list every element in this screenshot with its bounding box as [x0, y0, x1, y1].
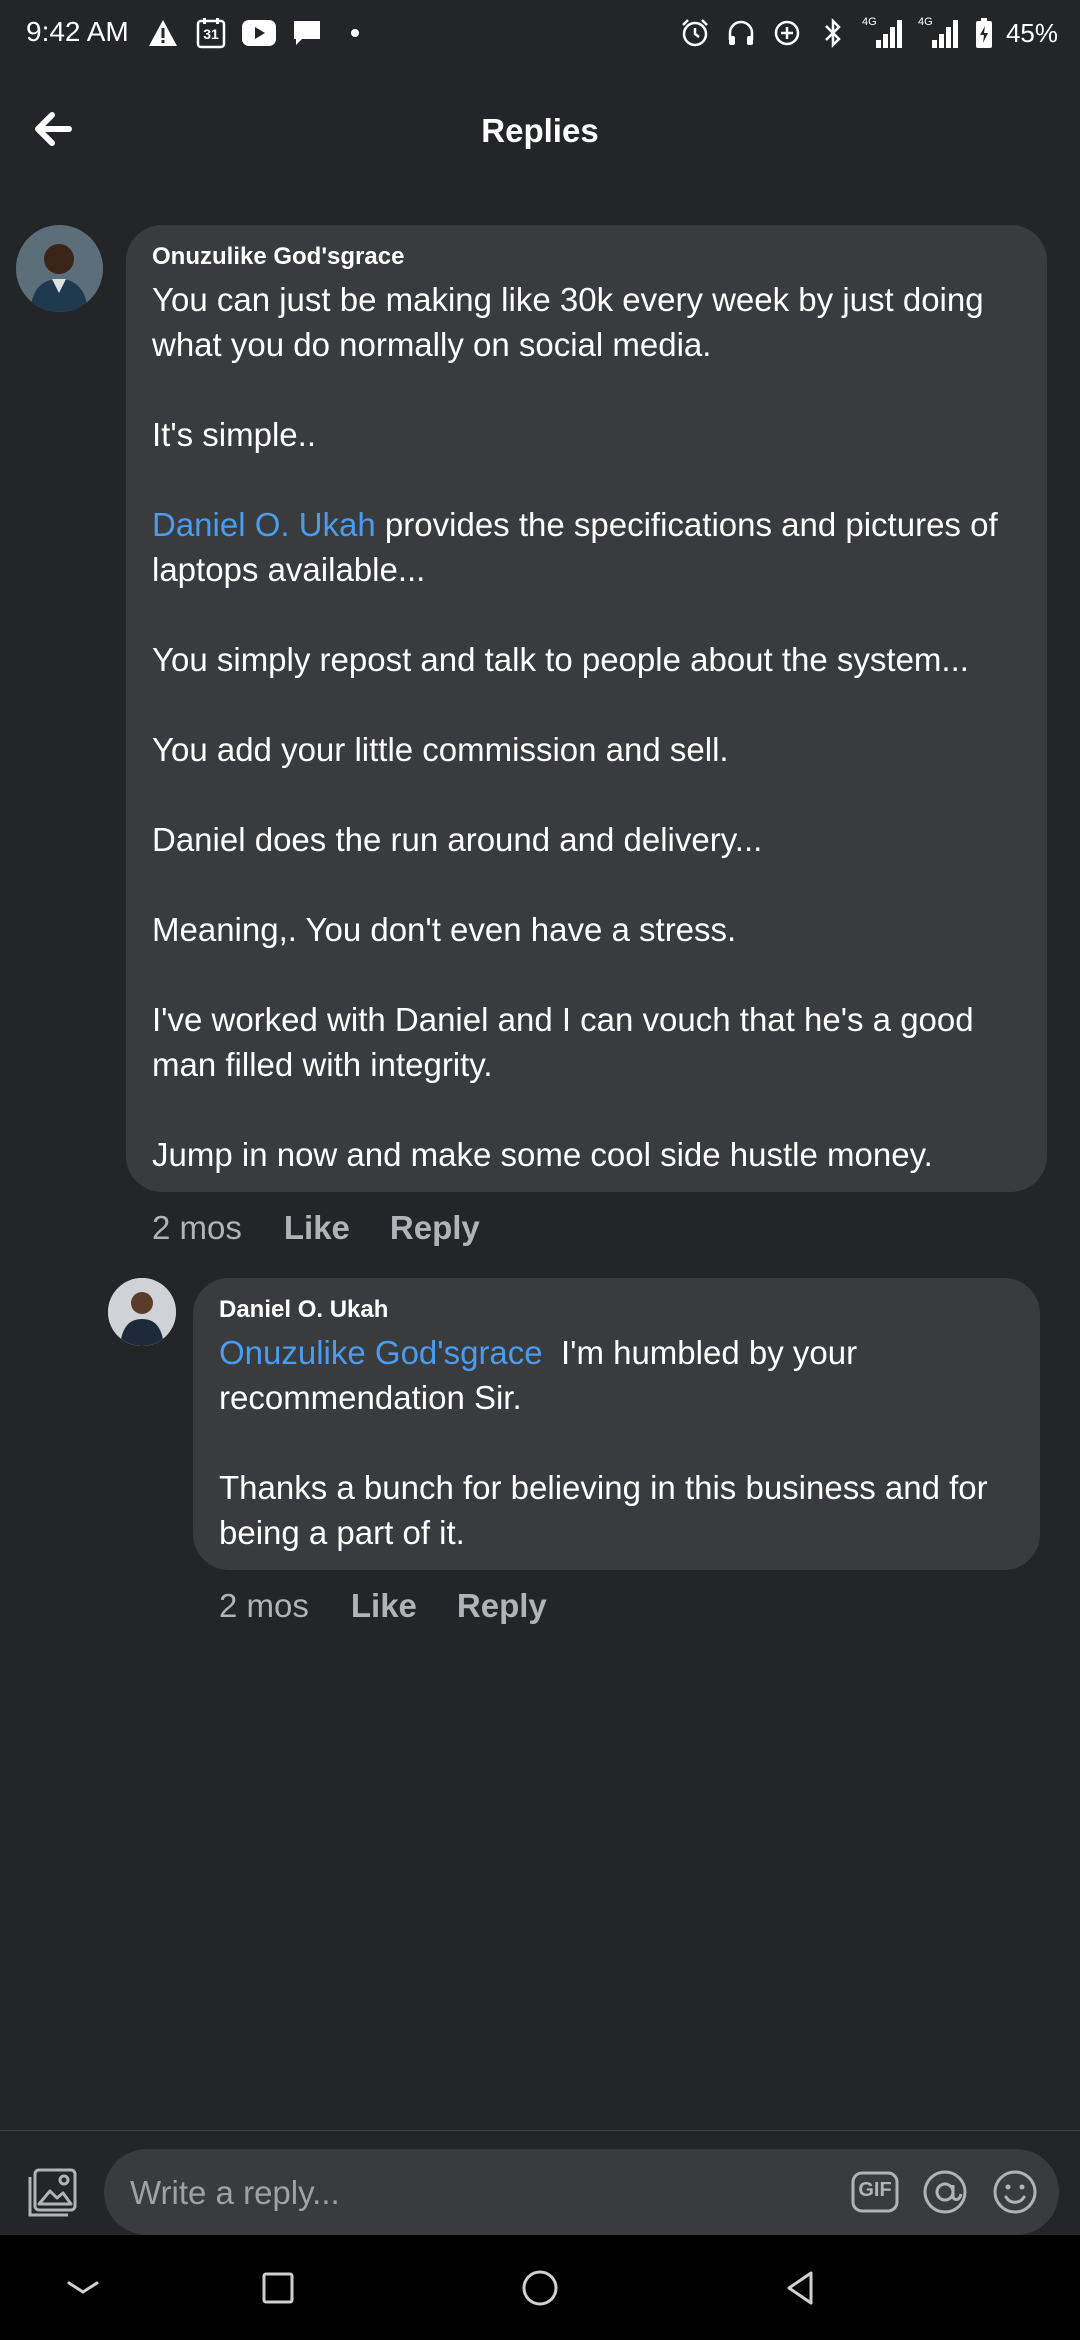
reply-composer: GIF — [0, 2130, 1080, 2237]
emoji-icon[interactable] — [991, 2168, 1039, 2216]
headphones-icon — [724, 16, 758, 50]
bluetooth-icon — [816, 16, 850, 50]
alarm-icon — [678, 16, 712, 50]
comment-paragraph: Jump in now and make some cool side hust… — [152, 1136, 933, 1173]
comment-paragraph: It's simple.. — [152, 416, 317, 453]
signal-icon: 4G — [862, 16, 906, 50]
battery-icon — [974, 16, 994, 50]
system-status-icons: 4G 4G 45% — [678, 14, 1058, 52]
hide-keyboard-button[interactable] — [53, 2263, 113, 2313]
mention-link[interactable]: Onuzulike God'sgrace — [219, 1334, 543, 1371]
avatar[interactable] — [108, 1278, 176, 1346]
composer-actions: GIF — [851, 2169, 1039, 2215]
status-bar: 9:42 AM 31 4G 4G 45% — [0, 0, 1080, 68]
comment-paragraph: Onuzulike God'sgrace I'm humbled by your… — [219, 1330, 1019, 1420]
comment-bubble: Onuzulike God'sgrace You can just be mak… — [126, 225, 1047, 1192]
calendar-day: 31 — [203, 26, 219, 42]
comment-paragraph: Daniel O. Ukah provides the specificatio… — [152, 502, 1022, 592]
comment-author[interactable]: Onuzulike God'sgrace — [152, 243, 1022, 271]
calendar-icon: 31 — [194, 16, 228, 50]
comment-author[interactable]: Daniel O. Ukah — [219, 1296, 1019, 1324]
reply-input[interactable] — [128, 2149, 692, 2237]
recents-icon — [262, 2272, 294, 2304]
photo-icon — [28, 2168, 77, 2217]
signal-icon: 4G — [918, 16, 962, 50]
home-button[interactable] — [510, 2263, 570, 2313]
warning-icon — [146, 16, 180, 50]
back-nav-button[interactable] — [770, 2263, 830, 2313]
chevron-down-icon — [67, 2281, 99, 2294]
status-time: 9:42 AM — [26, 16, 129, 47]
mention-link[interactable]: Daniel O. Ukah — [152, 506, 376, 543]
comment-time: 2 mos — [219, 1587, 309, 1624]
comment-paragraph: You simply repost and talk to people abo… — [152, 641, 969, 678]
notification-icons: 31 — [146, 14, 372, 52]
header: Replies — [0, 68, 1080, 202]
page-title: Replies — [481, 112, 599, 149]
comment-paragraph: You can just be making like 30k every we… — [152, 281, 984, 363]
system-nav-bar — [0, 2235, 1080, 2340]
gif-icon[interactable]: GIF — [851, 2168, 899, 2216]
comment-meta: 2 mos Like Reply — [219, 1581, 587, 1631]
comment-paragraph: I've worked with Daniel and I can vouch … — [152, 1001, 974, 1083]
mention-icon[interactable] — [921, 2168, 969, 2216]
comment-paragraph: Meaning,. You don't even have a stress. — [152, 911, 737, 948]
network-type-label: 4G — [917, 16, 933, 28]
reply-button[interactable]: Reply — [457, 1587, 547, 1625]
youtube-icon — [242, 16, 276, 50]
recents-button[interactable] — [248, 2263, 308, 2313]
reply-field[interactable]: GIF — [104, 2149, 1059, 2237]
comment-paragraph: Thanks a bunch for believing in this bus… — [219, 1469, 988, 1551]
avatar[interactable] — [16, 225, 103, 312]
network-type-label: 4G — [861, 16, 877, 28]
reply-button[interactable]: Reply — [390, 1209, 480, 1247]
comment-time: 2 mos — [152, 1209, 242, 1246]
comment-meta: 2 mos Like Reply — [152, 1203, 520, 1253]
comment-bubble: Daniel O. Ukah Onuzulike God'sgrace I'm … — [193, 1278, 1040, 1570]
battery-percent: 45% — [1005, 17, 1058, 48]
dot-icon — [338, 16, 372, 50]
photo-button[interactable] — [24, 2165, 80, 2221]
gif-label: GIF — [858, 2179, 892, 2201]
comment-paragraph: You add your little commission and sell. — [152, 731, 729, 768]
home-icon — [522, 2270, 558, 2306]
back-triangle-icon — [787, 2271, 813, 2305]
comment-text: Onuzulike God'sgrace I'm humbled by your… — [219, 1330, 1019, 1555]
like-button[interactable]: Like — [284, 1209, 350, 1247]
comment-paragraph: Daniel does the run around and delivery.… — [152, 821, 763, 858]
message-icon — [290, 16, 324, 50]
data-saver-icon — [770, 16, 804, 50]
like-button[interactable]: Like — [351, 1587, 417, 1625]
comment-text: You can just be making like 30k every we… — [152, 277, 1022, 1177]
